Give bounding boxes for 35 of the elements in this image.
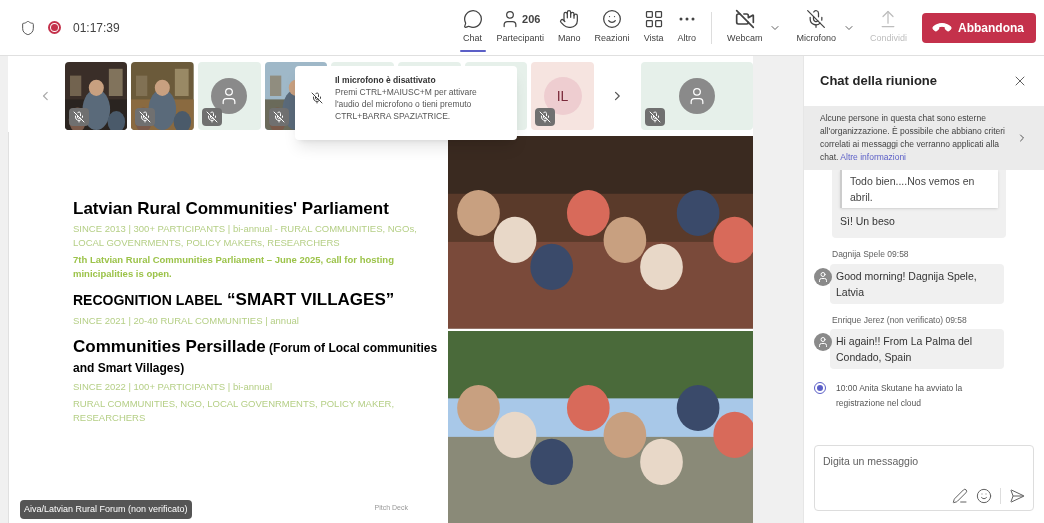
- toolbar-button[interactable]: Vista: [636, 1, 671, 54]
- message-text: Sì! Un beso: [840, 214, 896, 229]
- leave-button[interactable]: Abbandona: [922, 12, 1036, 43]
- event-text: 10:00 Anita Skutane ha avviato la registrazione nel cloud: [836, 382, 964, 411]
- participant-tile[interactable]: IL: [531, 62, 594, 130]
- message-author-time: Enrique Jerez (non verificato) 09:58: [832, 313, 968, 327]
- initials-avatar: IL: [543, 77, 582, 115]
- slide-text: SINCE 2022 | 100+ PARTICIPANTS | bi-annual: [73, 379, 273, 394]
- tooltip-text: Premi CTRL+MAIUSC+M per attivare l'audio del microfono o tieni premuto CTRL+BARRA SPAZIATRICE.: [335, 86, 478, 122]
- toolbar-button[interactable]: Reazioni: [587, 1, 637, 54]
- meeting-timer: 01:17:39: [73, 19, 120, 37]
- notice-text: Alcune persone in questa chat sono esterne all'organizzazione. È possibile che abbiano criteri correlati ai messaggi che verranno applicati alla chat. Altre informazioni: [820, 112, 1006, 164]
- chat-title: Chat della riunione: [820, 72, 937, 91]
- slide-text: RURAL COMMUNITIES, NGO, LOCAL GOVENRMENTS, POLICY MAKER, RESEARCHERS: [73, 396, 396, 425]
- slide-text: 7th Latvian Rural Communities Parliament – June 2025, call for hosting minicipalities is open.: [73, 253, 395, 282]
- slide-heading: RECOGNITION LABEL “SMART VILLAGES”: [73, 289, 396, 311]
- slide-heading: Latvian Rural Communities' Parliament: [73, 198, 390, 220]
- slide-heading: Communities Persillade (Forum of Local communities and Smart Villages): [73, 335, 439, 377]
- message-bubble: Good morning! Dagnija Spele, Latvia: [830, 263, 1004, 304]
- toolbar-button[interactable]: 206 Partecipanti: [489, 1, 552, 54]
- toolbar-button[interactable]: Microfono: [789, 1, 843, 54]
- toolbar-button[interactable]: Chat: [455, 1, 490, 54]
- tooltip-title: Il microfono è disattivato: [335, 74, 437, 86]
- slide-text: SINCE 2021 | 20-40 RURAL COMMUNITIES | annual: [73, 313, 300, 328]
- message-input-box[interactable]: Digita un messaggio: [814, 445, 1034, 511]
- message-author-time: Dagnija Spele 09:58: [832, 247, 910, 261]
- toolbar-button[interactable]: Webcam: [720, 1, 770, 54]
- toolbar-button[interactable]: Altro: [670, 1, 704, 54]
- speaker-name-label: Aiva/Latvian Rural Forum (non verificato): [20, 499, 192, 519]
- message-field[interactable]: Digita un messaggio: [823, 454, 1025, 470]
- toolbar-button[interactable]: Mano: [551, 1, 588, 54]
- slide-text: SINCE 2013 | 300+ PARTICIPANTS | bi-annual - RURAL COMMUNITIES, NGOs, LOCAL GOVENRMENTS, POLICY MAKERs, RESEARCHERS: [73, 222, 418, 251]
- quoted-message: Todo bien....Nos vemos en abril.: [840, 170, 998, 208]
- more-info-link[interactable]: Altre informazioni: [840, 152, 906, 162]
- message-bubble: Hi again!! From La Palma del Condado, Spain: [830, 329, 1004, 370]
